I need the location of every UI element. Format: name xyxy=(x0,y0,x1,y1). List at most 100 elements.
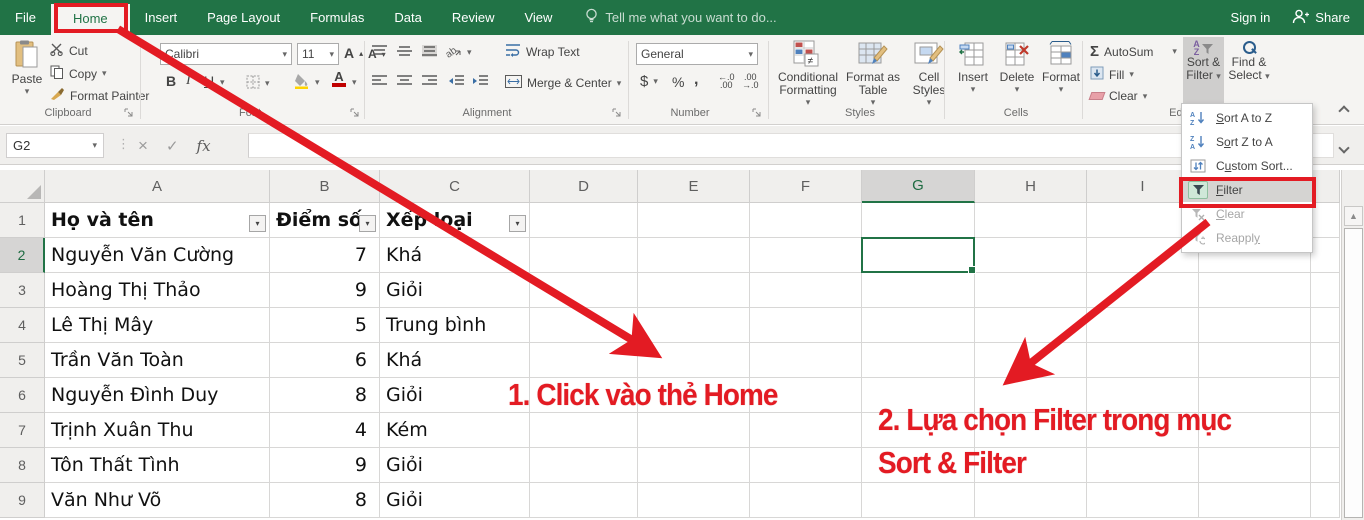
cell-i4[interactable] xyxy=(1087,308,1199,343)
tab-review[interactable]: Review xyxy=(437,1,510,34)
insert-cells-button[interactable]: Insert ▾ xyxy=(952,40,994,95)
cell-h7[interactable] xyxy=(975,413,1087,448)
menu-item-clear[interactable]: Clear xyxy=(1182,202,1312,226)
cell-d3[interactable] xyxy=(530,273,638,308)
cell-e4[interactable] xyxy=(638,308,750,343)
format-cells-button[interactable]: Format ▾ xyxy=(1040,40,1082,95)
cell-b6[interactable]: 8 xyxy=(270,378,380,413)
menu-item-reapply[interactable]: Reapply xyxy=(1182,226,1312,250)
cell-g7[interactable] xyxy=(862,413,975,448)
col-header-c[interactable]: C xyxy=(380,170,530,203)
cell-f1[interactable] xyxy=(750,203,862,238)
cell-g8[interactable] xyxy=(862,448,975,483)
row-header-4[interactable]: 4 xyxy=(0,308,45,343)
cell-b9[interactable]: 8 xyxy=(270,483,380,518)
horizontal-align-buttons[interactable] xyxy=(372,75,437,87)
cell-a1[interactable]: Họ và tên ▾ xyxy=(45,203,270,238)
cell-g1[interactable] xyxy=(862,203,975,238)
cell-d1[interactable] xyxy=(530,203,638,238)
italic-button[interactable]: I xyxy=(186,73,191,89)
cell-f4[interactable] xyxy=(750,308,862,343)
font-dialog-launcher-icon[interactable] xyxy=(350,108,362,120)
cell-j8[interactable] xyxy=(1199,448,1311,483)
col-header-a[interactable]: A xyxy=(45,170,270,203)
cell-d9[interactable] xyxy=(530,483,638,518)
sort-filter-button[interactable]: AZ Sort & Filter ▾ xyxy=(1183,37,1224,103)
cell-f8[interactable] xyxy=(750,448,862,483)
scroll-up-arrow-icon[interactable]: ▲ xyxy=(1344,206,1363,226)
font-size-combo[interactable]: 11 ▾ xyxy=(297,43,339,65)
sign-in-link[interactable]: Sign in xyxy=(1231,10,1271,25)
cell-j6[interactable] xyxy=(1199,378,1311,413)
cell-e1[interactable] xyxy=(638,203,750,238)
cell-g6[interactable] xyxy=(862,378,975,413)
cell-c5[interactable]: Khá xyxy=(380,343,530,378)
clipboard-dialog-launcher-icon[interactable] xyxy=(124,108,136,120)
tab-page-layout[interactable]: Page Layout xyxy=(192,1,295,34)
cell-h6[interactable] xyxy=(975,378,1087,413)
menu-item-filter[interactable]: Filter xyxy=(1182,178,1312,202)
cell-j4[interactable] xyxy=(1199,308,1311,343)
row-header-1[interactable]: 1 xyxy=(0,203,45,238)
row-header-3[interactable]: 3 xyxy=(0,273,45,308)
col-header-h[interactable]: H xyxy=(975,170,1087,203)
cell-d6[interactable] xyxy=(530,378,638,413)
cell-h3[interactable] xyxy=(975,273,1087,308)
cell-f3[interactable] xyxy=(750,273,862,308)
cell-e5[interactable] xyxy=(638,343,750,378)
vertical-align-buttons[interactable] xyxy=(372,45,437,57)
paste-button[interactable]: Paste ▾ xyxy=(8,40,46,97)
number-dialog-launcher-icon[interactable] xyxy=(752,108,764,120)
cell-a7[interactable]: Trịnh Xuân Thu xyxy=(45,413,270,448)
row-header-7[interactable]: 7 xyxy=(0,413,45,448)
cell-b8[interactable]: 9 xyxy=(270,448,380,483)
wrap-text-button[interactable]: Wrap Text xyxy=(505,43,580,60)
percent-style-button[interactable]: % xyxy=(672,74,684,90)
cell-b2[interactable]: 7 xyxy=(270,238,380,273)
cell-a6[interactable]: Nguyễn Đình Duy xyxy=(45,378,270,413)
select-all-corner[interactable] xyxy=(0,170,45,203)
cell-j9[interactable] xyxy=(1199,483,1311,518)
cell-f6[interactable] xyxy=(750,378,862,413)
cell-c7[interactable]: Kém xyxy=(380,413,530,448)
cell-k4[interactable] xyxy=(1311,308,1340,343)
autosum-button[interactable]: Σ AutoSum ▾ xyxy=(1090,43,1177,60)
cell-g3[interactable] xyxy=(862,273,975,308)
col-header-f[interactable]: F xyxy=(750,170,862,203)
tab-file[interactable]: File xyxy=(0,1,51,34)
cell-g9[interactable] xyxy=(862,483,975,518)
cell-e9[interactable] xyxy=(638,483,750,518)
cell-j3[interactable] xyxy=(1199,273,1311,308)
col-header-d[interactable]: D xyxy=(530,170,638,203)
cell-e6[interactable] xyxy=(638,378,750,413)
cell-h9[interactable] xyxy=(975,483,1087,518)
increase-decimal-button[interactable]: ←.0.00 xyxy=(718,73,735,90)
row-header-8[interactable]: 8 xyxy=(0,448,45,483)
clear-button[interactable]: Clear ▾ xyxy=(1088,89,1147,103)
cell-e2[interactable] xyxy=(638,238,750,273)
currency-button[interactable]: $ ▾ xyxy=(640,73,658,90)
underline-caret-icon[interactable]: ▾ xyxy=(220,77,225,88)
tab-home[interactable]: Home xyxy=(50,3,130,36)
cell-i5[interactable] xyxy=(1087,343,1199,378)
format-as-table-button[interactable]: Format as Table ▾ xyxy=(844,40,902,108)
row-header-2[interactable]: 2 xyxy=(0,238,45,273)
cell-c2[interactable]: Khá xyxy=(380,238,530,273)
tab-insert[interactable]: Insert xyxy=(130,1,193,34)
filter-dropdown-button-c1[interactable]: ▾ xyxy=(509,215,526,232)
increase-font-icon[interactable]: A ▴ xyxy=(344,45,363,61)
selected-cell-g2[interactable] xyxy=(861,237,976,274)
copy-button[interactable]: Copy ▾ xyxy=(50,65,107,82)
col-header-g[interactable]: G xyxy=(862,170,975,203)
fill-color-button[interactable]: ▾ xyxy=(294,73,320,92)
cell-h8[interactable] xyxy=(975,448,1087,483)
cell-d2[interactable] xyxy=(530,238,638,273)
cell-e3[interactable] xyxy=(638,273,750,308)
cell-k1[interactable] xyxy=(1311,203,1340,238)
cell-c4[interactable]: Trung bình xyxy=(380,308,530,343)
fill-button[interactable]: Fill ▾ xyxy=(1090,66,1134,83)
cell-j5[interactable] xyxy=(1199,343,1311,378)
filter-dropdown-button-b1[interactable]: ▾ xyxy=(359,215,376,232)
conditional-formatting-button[interactable]: ≠ Conditional Formatting ▾ xyxy=(776,40,840,108)
tab-view[interactable]: View xyxy=(509,1,567,34)
